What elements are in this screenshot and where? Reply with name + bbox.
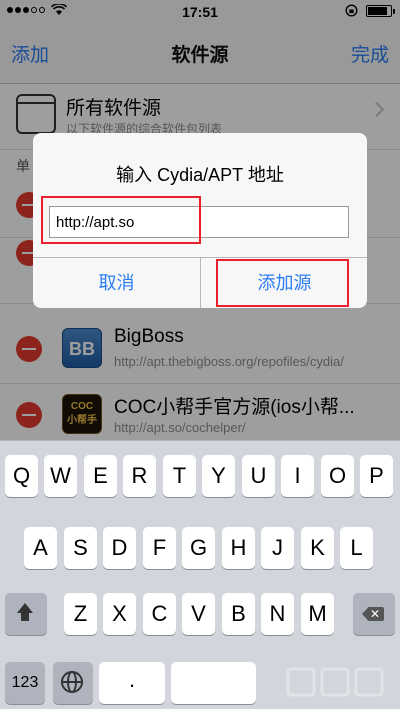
key-w[interactable]: W xyxy=(44,455,77,497)
key-c[interactable]: C xyxy=(143,593,176,635)
key-n[interactable]: N xyxy=(261,593,294,635)
dot-key[interactable]: . xyxy=(99,662,165,704)
key-v[interactable]: V xyxy=(182,593,215,635)
add-source-dialog: 输入 Cydia/APT 地址 取消 添加源 xyxy=(33,133,367,308)
key-i[interactable]: I xyxy=(281,455,314,497)
input-highlight-box xyxy=(41,196,201,244)
key-q[interactable]: Q xyxy=(5,455,38,497)
key-m[interactable]: M xyxy=(301,593,334,635)
add-button-highlight-box xyxy=(216,259,349,307)
key-g[interactable]: G xyxy=(182,527,215,569)
key-r[interactable]: R xyxy=(123,455,156,497)
key-j[interactable]: J xyxy=(261,527,294,569)
cancel-button[interactable]: 取消 xyxy=(33,258,200,308)
key-o[interactable]: O xyxy=(321,455,354,497)
key-u[interactable]: U xyxy=(242,455,275,497)
key-b[interactable]: B xyxy=(222,593,255,635)
shift-arrow-icon xyxy=(17,603,33,613)
key-e[interactable]: E xyxy=(84,455,117,497)
key-x[interactable]: X xyxy=(103,593,136,635)
key-z[interactable]: Z xyxy=(64,593,97,635)
shift-key[interactable] xyxy=(5,593,47,635)
key-t[interactable]: T xyxy=(163,455,196,497)
backspace-key[interactable]: ✕ xyxy=(353,593,395,635)
globe-icon xyxy=(61,671,83,693)
globe-key[interactable] xyxy=(53,662,93,704)
key-l[interactable]: L xyxy=(340,527,373,569)
keyboard: Q W E R T Y U I O P A S D F G H J K L Z … xyxy=(0,440,400,709)
key-k[interactable]: K xyxy=(301,527,334,569)
key-h[interactable]: H xyxy=(222,527,255,569)
key-s[interactable]: S xyxy=(64,527,97,569)
watermark-logo xyxy=(286,665,386,699)
key-y[interactable]: Y xyxy=(202,455,235,497)
dialog-title: 输入 Cydia/APT 地址 xyxy=(116,165,284,185)
key-f[interactable]: F xyxy=(143,527,176,569)
space-key[interactable] xyxy=(171,662,256,704)
key-p[interactable]: P xyxy=(360,455,393,497)
key-a[interactable]: A xyxy=(24,527,57,569)
key-d[interactable]: D xyxy=(103,527,136,569)
numbers-key[interactable]: 123 xyxy=(5,662,45,704)
